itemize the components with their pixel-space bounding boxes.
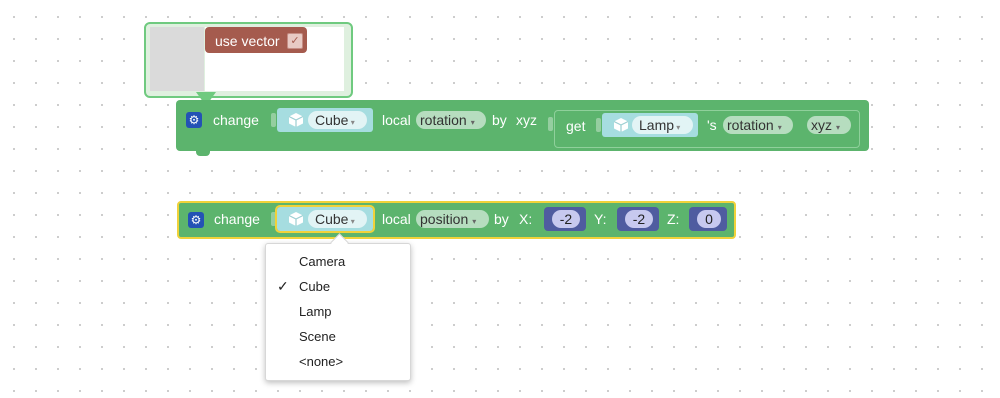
property-dropdown[interactable]: rotation ▾ <box>416 111 486 129</box>
input-connector <box>271 212 276 226</box>
component-dropdown-value: xyz <box>811 117 832 133</box>
xyz-label: xyz <box>516 112 537 128</box>
change-label: change <box>213 112 259 128</box>
z-value-field[interactable]: 0 <box>697 210 721 228</box>
getter-property-dropdown[interactable]: rotation ▾ <box>723 116 793 134</box>
object-dropdown-value: Cube <box>315 112 349 128</box>
property-dropdown[interactable]: position ▾ <box>416 210 489 228</box>
change-label: change <box>214 211 260 227</box>
y-label: Y: <box>594 211 607 227</box>
local-label: local <box>382 112 411 128</box>
object-dropdown[interactable]: Cube ▾ <box>308 210 367 228</box>
lamp-dropdown-value: Lamp <box>639 117 675 133</box>
use-vector-checkbox[interactable]: ✓ <box>287 33 303 49</box>
component-dropdown[interactable]: xyz ▾ <box>807 116 851 134</box>
object-dropdown-value: Cube <box>315 211 349 227</box>
dropdown-arrow-icon: ▾ <box>836 123 841 132</box>
mutator-flyout <box>150 27 204 91</box>
mutator-gear-icon[interactable]: ⚙ <box>186 112 202 128</box>
dropdown-arrow-icon: ▾ <box>472 217 477 226</box>
lamp-dropdown[interactable]: Lamp ▾ <box>632 116 693 134</box>
menu-item-cube[interactable]: Cube <box>299 279 330 295</box>
cube-icon <box>613 118 629 132</box>
menu-item-scene[interactable]: Scene <box>299 329 336 345</box>
y-value-field[interactable]: -2 <box>625 210 653 228</box>
menu-item-none[interactable]: <none> <box>299 354 343 370</box>
by-label: by <box>492 112 507 128</box>
x-label: X: <box>519 211 533 227</box>
dropdown-arrow-icon: ▾ <box>348 217 355 226</box>
dropdown-arrow-icon: ▾ <box>348 118 355 127</box>
cube-icon <box>288 113 304 127</box>
use-vector-label: use vector <box>215 33 280 49</box>
dropdown-arrow-icon: ▾ <box>674 123 681 132</box>
by-label: by <box>494 211 509 227</box>
menu-item-camera[interactable]: Camera <box>299 254 345 270</box>
z-label: Z: <box>667 211 680 227</box>
cube-icon <box>288 212 304 226</box>
object-dropdown[interactable]: Cube ▾ <box>308 111 367 129</box>
input-connector <box>271 113 276 127</box>
x-value-field[interactable]: -2 <box>552 210 580 228</box>
possessive-label: 's <box>707 117 717 133</box>
menu-item-lamp[interactable]: Lamp <box>299 304 332 320</box>
property-dropdown-value: rotation <box>420 112 467 128</box>
dropdown-arrow-icon: ▾ <box>777 123 782 132</box>
getter-property-value: rotation <box>727 117 774 133</box>
get-label: get <box>566 118 586 134</box>
input-connector <box>548 117 553 131</box>
input-connector <box>596 118 601 132</box>
block-next-connector <box>196 150 210 156</box>
dropdown-arrow-icon: ▾ <box>470 118 475 127</box>
local-label: local <box>382 211 411 227</box>
mutator-gear-icon[interactable]: ⚙ <box>188 212 204 228</box>
selected-check-icon: ✓ <box>277 278 289 294</box>
property-dropdown-value: position <box>420 211 469 227</box>
